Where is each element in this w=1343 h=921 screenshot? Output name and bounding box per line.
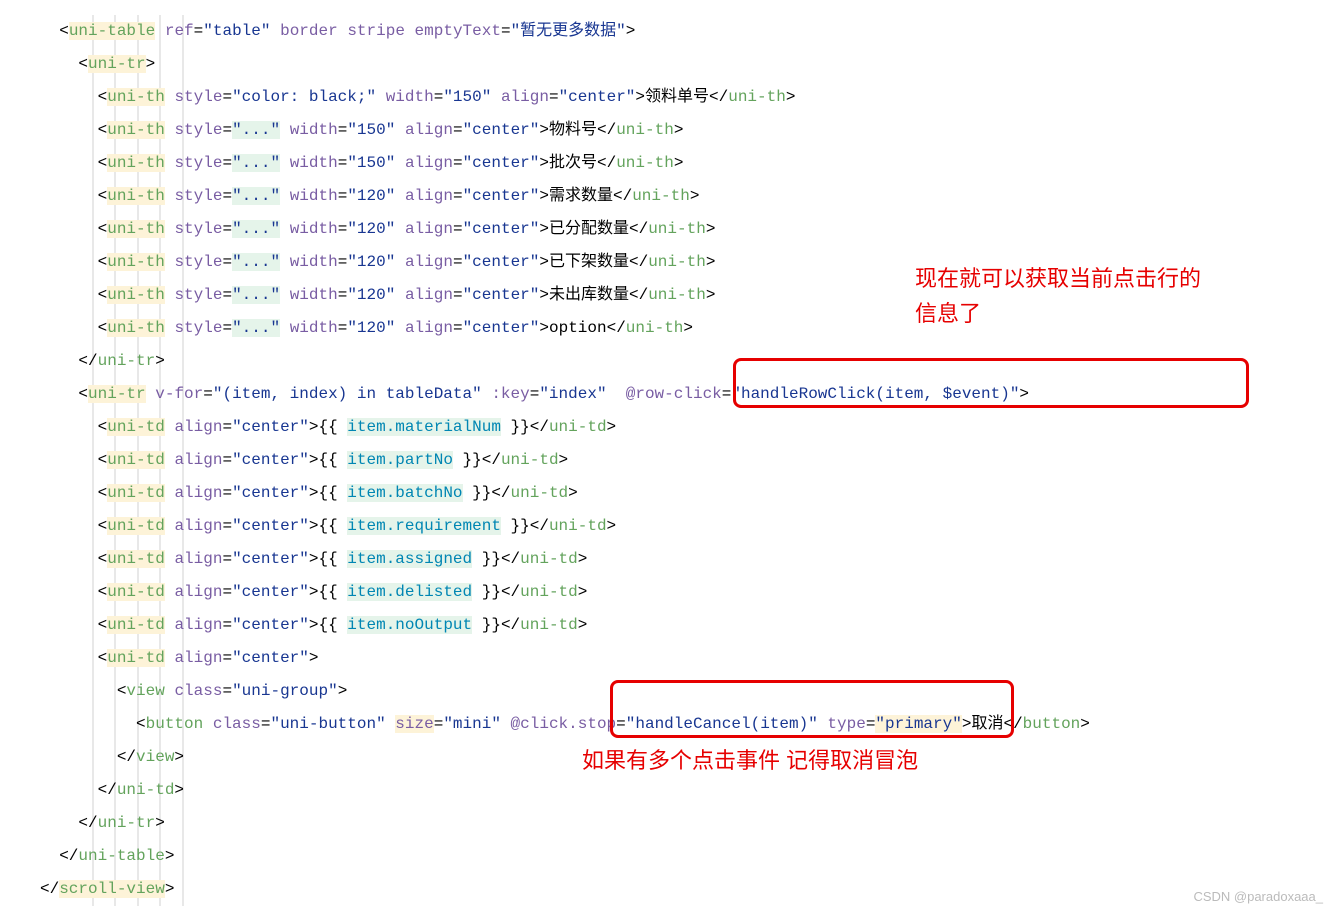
code-line: <uni-td align="center">{{ item.requireme… bbox=[40, 510, 1303, 543]
code-line: <uni-th style="..." width="120" align="c… bbox=[40, 180, 1303, 213]
code-line: </uni-table> bbox=[40, 840, 1303, 873]
code-line: <uni-table ref="table" border stripe emp… bbox=[40, 15, 1303, 48]
code-line: <uni-td align="center">{{ item.partNo }}… bbox=[40, 444, 1303, 477]
code-line: </scroll-view> bbox=[40, 873, 1303, 906]
code-line: <uni-td align="center">{{ item.assigned … bbox=[40, 543, 1303, 576]
code-line: </uni-tr> bbox=[40, 807, 1303, 840]
code-line: <uni-td align="center">{{ item.batchNo }… bbox=[40, 477, 1303, 510]
code-line: <uni-th style="color: black;" width="150… bbox=[40, 81, 1303, 114]
annotation-1b: 信息了 bbox=[915, 297, 981, 330]
code-line: <uni-td align="center">{{ item.delisted … bbox=[40, 576, 1303, 609]
code-line: <uni-td align="center">{{ item.noOutput … bbox=[40, 609, 1303, 642]
code-line: <uni-th style="..." width="120" align="c… bbox=[40, 213, 1303, 246]
code-line: </uni-td> bbox=[40, 774, 1303, 807]
code-line: <uni-tr> bbox=[40, 48, 1303, 81]
code-line: <uni-td align="center">{{ item.materialN… bbox=[40, 411, 1303, 444]
highlight-box-2 bbox=[610, 680, 1014, 738]
annotation-2: 如果有多个点击事件 记得取消冒泡 bbox=[582, 744, 918, 777]
code-line: <uni-th style="..." width="150" align="c… bbox=[40, 147, 1303, 180]
highlight-box-1 bbox=[733, 358, 1249, 408]
code-line: <uni-th style="..." width="120" align="c… bbox=[40, 312, 1303, 345]
annotation-1: 现在就可以获取当前点击行的 bbox=[915, 262, 1201, 295]
code-line: <uni-th style="..." width="150" align="c… bbox=[40, 114, 1303, 147]
code-line: <uni-td align="center"> bbox=[40, 642, 1303, 675]
